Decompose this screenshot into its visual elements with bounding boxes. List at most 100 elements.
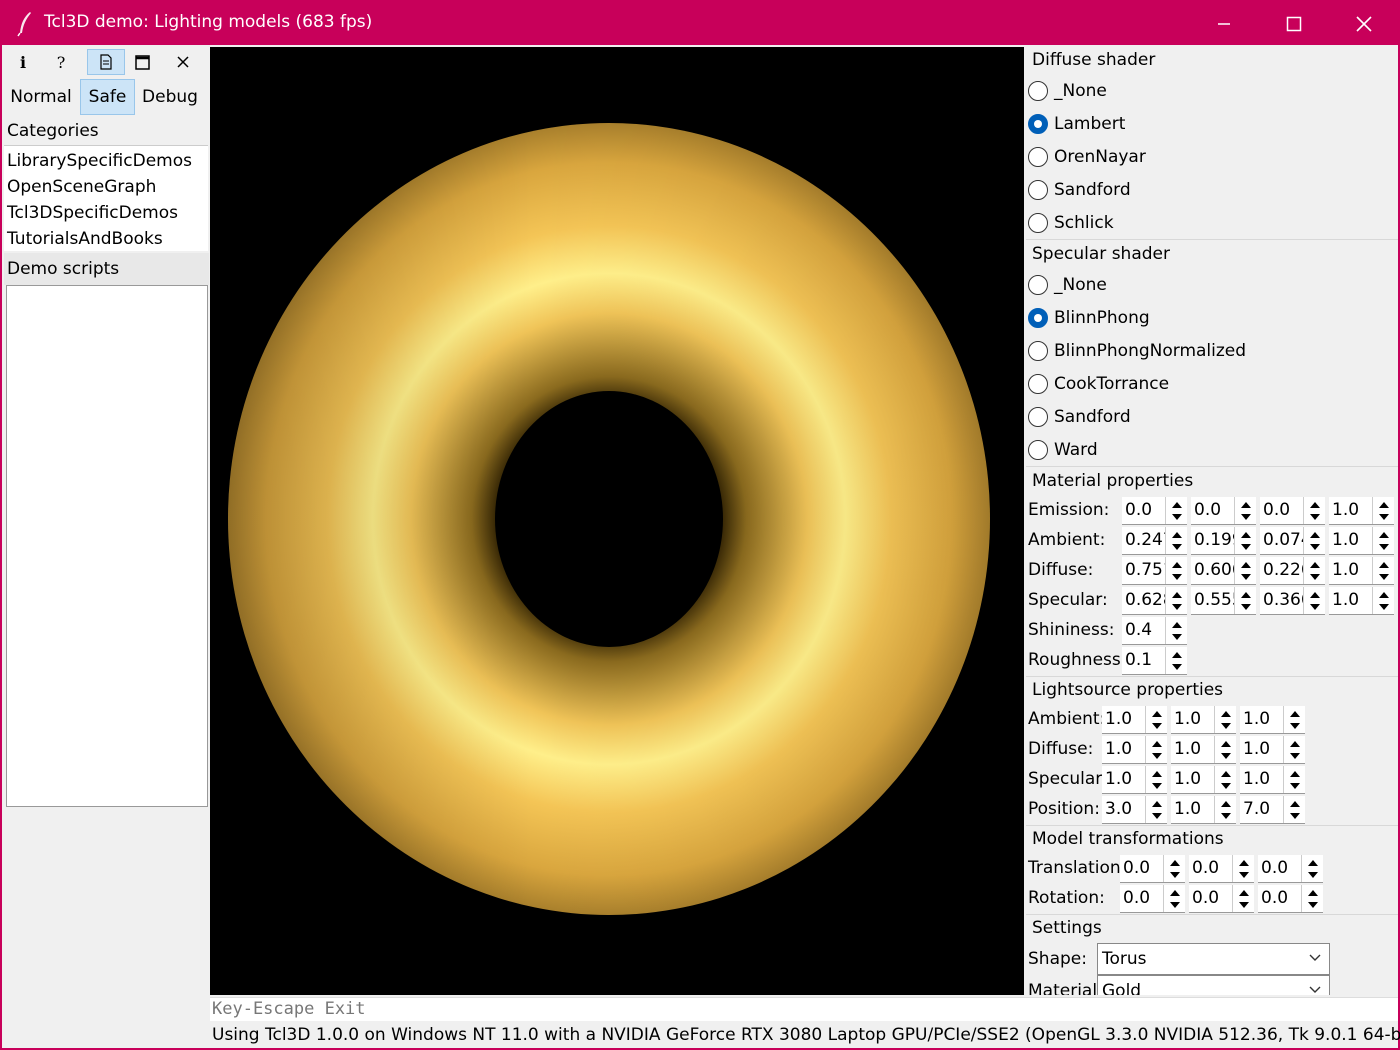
- spin-arrows-icon[interactable]: [1234, 497, 1256, 524]
- spin-arrows-icon[interactable]: [1303, 497, 1325, 524]
- light-ambient-g[interactable]: 1.0: [1171, 706, 1236, 734]
- specular-option-ward[interactable]: Ward: [1028, 437, 1098, 463]
- material-ambient-r[interactable]: 0.247: [1122, 527, 1187, 555]
- roughness-spinbox[interactable]: 0.1: [1122, 647, 1187, 675]
- light-specular-r[interactable]: 1.0: [1102, 766, 1167, 794]
- spin-arrows-icon[interactable]: [1232, 855, 1254, 882]
- material-diffuse-b[interactable]: 0.226: [1260, 557, 1325, 585]
- light-specular-g[interactable]: 1.0: [1171, 766, 1236, 794]
- spin-arrows-icon[interactable]: [1301, 855, 1323, 882]
- spin-arrows-icon[interactable]: [1214, 796, 1236, 823]
- material-diffuse-g[interactable]: 0.606: [1191, 557, 1256, 585]
- spin-arrows-icon[interactable]: [1372, 557, 1394, 584]
- translation-z[interactable]: 0.0: [1258, 855, 1323, 883]
- spin-arrows-icon[interactable]: [1163, 885, 1185, 912]
- spin-arrows-icon[interactable]: [1372, 497, 1394, 524]
- material-ambient-g[interactable]: 0.199: [1191, 527, 1256, 555]
- material-emission-a[interactable]: 1.0: [1329, 497, 1394, 525]
- translation-y[interactable]: 0.0: [1189, 855, 1254, 883]
- demo-scripts-list[interactable]: [6, 285, 208, 807]
- light-diffuse-g[interactable]: 1.0: [1171, 736, 1236, 764]
- exit-button[interactable]: [164, 49, 202, 75]
- spin-arrows-icon[interactable]: [1165, 587, 1187, 614]
- light-ambient-b[interactable]: 1.0: [1240, 706, 1305, 734]
- light-position-z[interactable]: 7.0: [1240, 796, 1305, 824]
- spin-arrows-icon[interactable]: [1372, 587, 1394, 614]
- spin-arrows-icon[interactable]: [1165, 557, 1187, 584]
- gl-viewport[interactable]: [210, 47, 1024, 995]
- spin-arrows-icon[interactable]: [1283, 796, 1305, 823]
- mode-debug-button[interactable]: Debug: [138, 79, 202, 115]
- help-button[interactable]: ?: [42, 49, 80, 75]
- spin-arrows-icon[interactable]: [1303, 587, 1325, 614]
- light-position-x[interactable]: 3.0: [1102, 796, 1167, 824]
- spin-arrows-icon[interactable]: [1303, 557, 1325, 584]
- spin-arrows-icon[interactable]: [1145, 766, 1167, 793]
- material-ambient-b[interactable]: 0.074: [1260, 527, 1325, 555]
- category-item[interactable]: Tcl3DSpecificDemos: [7, 203, 178, 223]
- rotation-z[interactable]: 0.0: [1258, 885, 1323, 913]
- material-ambient-a[interactable]: 1.0: [1329, 527, 1394, 555]
- rotation-y[interactable]: 0.0: [1189, 885, 1254, 913]
- title-bar[interactable]: Tcl3D demo: Lighting models (683 fps): [2, 2, 1398, 45]
- shape-combobox[interactable]: Torus: [1097, 943, 1330, 975]
- diffuse-option-schlick[interactable]: Schlick: [1028, 210, 1114, 236]
- material-specular-r[interactable]: 0.628: [1122, 587, 1187, 615]
- spin-arrows-icon[interactable]: [1214, 706, 1236, 733]
- spin-arrows-icon[interactable]: [1232, 885, 1254, 912]
- minimize-button[interactable]: [1189, 2, 1259, 45]
- diffuse-option-none[interactable]: _None: [1028, 78, 1107, 104]
- spin-arrows-icon[interactable]: [1145, 736, 1167, 763]
- spin-arrows-icon[interactable]: [1301, 885, 1323, 912]
- category-item[interactable]: OpenSceneGraph: [7, 177, 156, 197]
- light-ambient-r[interactable]: 1.0: [1102, 706, 1167, 734]
- mode-safe-button[interactable]: Safe: [80, 79, 135, 115]
- spin-arrows-icon[interactable]: [1283, 766, 1305, 793]
- category-item[interactable]: TutorialsAndBooks: [7, 229, 163, 249]
- shininess-spinbox[interactable]: 0.4: [1122, 617, 1187, 645]
- specular-option-sandford[interactable]: Sandford: [1028, 404, 1131, 430]
- close-button[interactable]: [1329, 2, 1399, 45]
- spin-arrows-icon[interactable]: [1234, 587, 1256, 614]
- document-button[interactable]: [87, 49, 125, 75]
- spin-arrows-icon[interactable]: [1303, 527, 1325, 554]
- spin-arrows-icon[interactable]: [1234, 527, 1256, 554]
- spin-arrows-icon[interactable]: [1163, 855, 1185, 882]
- material-emission-g[interactable]: 0.0: [1191, 497, 1256, 525]
- specular-option-blinnphongnormalized[interactable]: BlinnPhongNormalized: [1028, 338, 1246, 364]
- light-diffuse-b[interactable]: 1.0: [1240, 736, 1305, 764]
- specular-option-cooktorrance[interactable]: CookTorrance: [1028, 371, 1169, 397]
- spin-arrows-icon[interactable]: [1372, 527, 1394, 554]
- material-emission-r[interactable]: 0.0: [1122, 497, 1187, 525]
- rotation-x[interactable]: 0.0: [1120, 885, 1185, 913]
- category-item[interactable]: LibrarySpecificDemos: [7, 151, 192, 171]
- light-specular-b[interactable]: 1.0: [1240, 766, 1305, 794]
- spin-arrows-icon[interactable]: [1283, 736, 1305, 763]
- spin-arrows-icon[interactable]: [1283, 706, 1305, 733]
- diffuse-option-lambert[interactable]: Lambert: [1028, 111, 1125, 137]
- mode-normal-button[interactable]: Normal: [6, 79, 76, 115]
- material-combobox[interactable]: Gold: [1097, 975, 1330, 995]
- diffuse-option-orennayar[interactable]: OrenNayar: [1028, 144, 1146, 170]
- specular-option-blinnphong[interactable]: BlinnPhong: [1028, 305, 1150, 331]
- spin-arrows-icon[interactable]: [1145, 706, 1167, 733]
- light-diffuse-r[interactable]: 1.0: [1102, 736, 1167, 764]
- spin-arrows-icon[interactable]: [1165, 617, 1187, 644]
- spin-arrows-icon[interactable]: [1234, 557, 1256, 584]
- spin-arrows-icon[interactable]: [1165, 497, 1187, 524]
- material-emission-b[interactable]: 0.0: [1260, 497, 1325, 525]
- spin-arrows-icon[interactable]: [1165, 647, 1187, 674]
- fullscreen-button[interactable]: [123, 49, 161, 75]
- material-diffuse-r[interactable]: 0.751: [1122, 557, 1187, 585]
- material-specular-a[interactable]: 1.0: [1329, 587, 1394, 615]
- spin-arrows-icon[interactable]: [1145, 796, 1167, 823]
- maximize-button[interactable]: [1259, 2, 1329, 45]
- spin-arrows-icon[interactable]: [1214, 736, 1236, 763]
- diffuse-option-sandford[interactable]: Sandford: [1028, 177, 1131, 203]
- material-specular-b[interactable]: 0.366: [1260, 587, 1325, 615]
- spin-arrows-icon[interactable]: [1165, 527, 1187, 554]
- spin-arrows-icon[interactable]: [1214, 766, 1236, 793]
- material-specular-g[interactable]: 0.555: [1191, 587, 1256, 615]
- specular-option-none[interactable]: _None: [1028, 272, 1107, 298]
- material-diffuse-a[interactable]: 1.0: [1329, 557, 1394, 585]
